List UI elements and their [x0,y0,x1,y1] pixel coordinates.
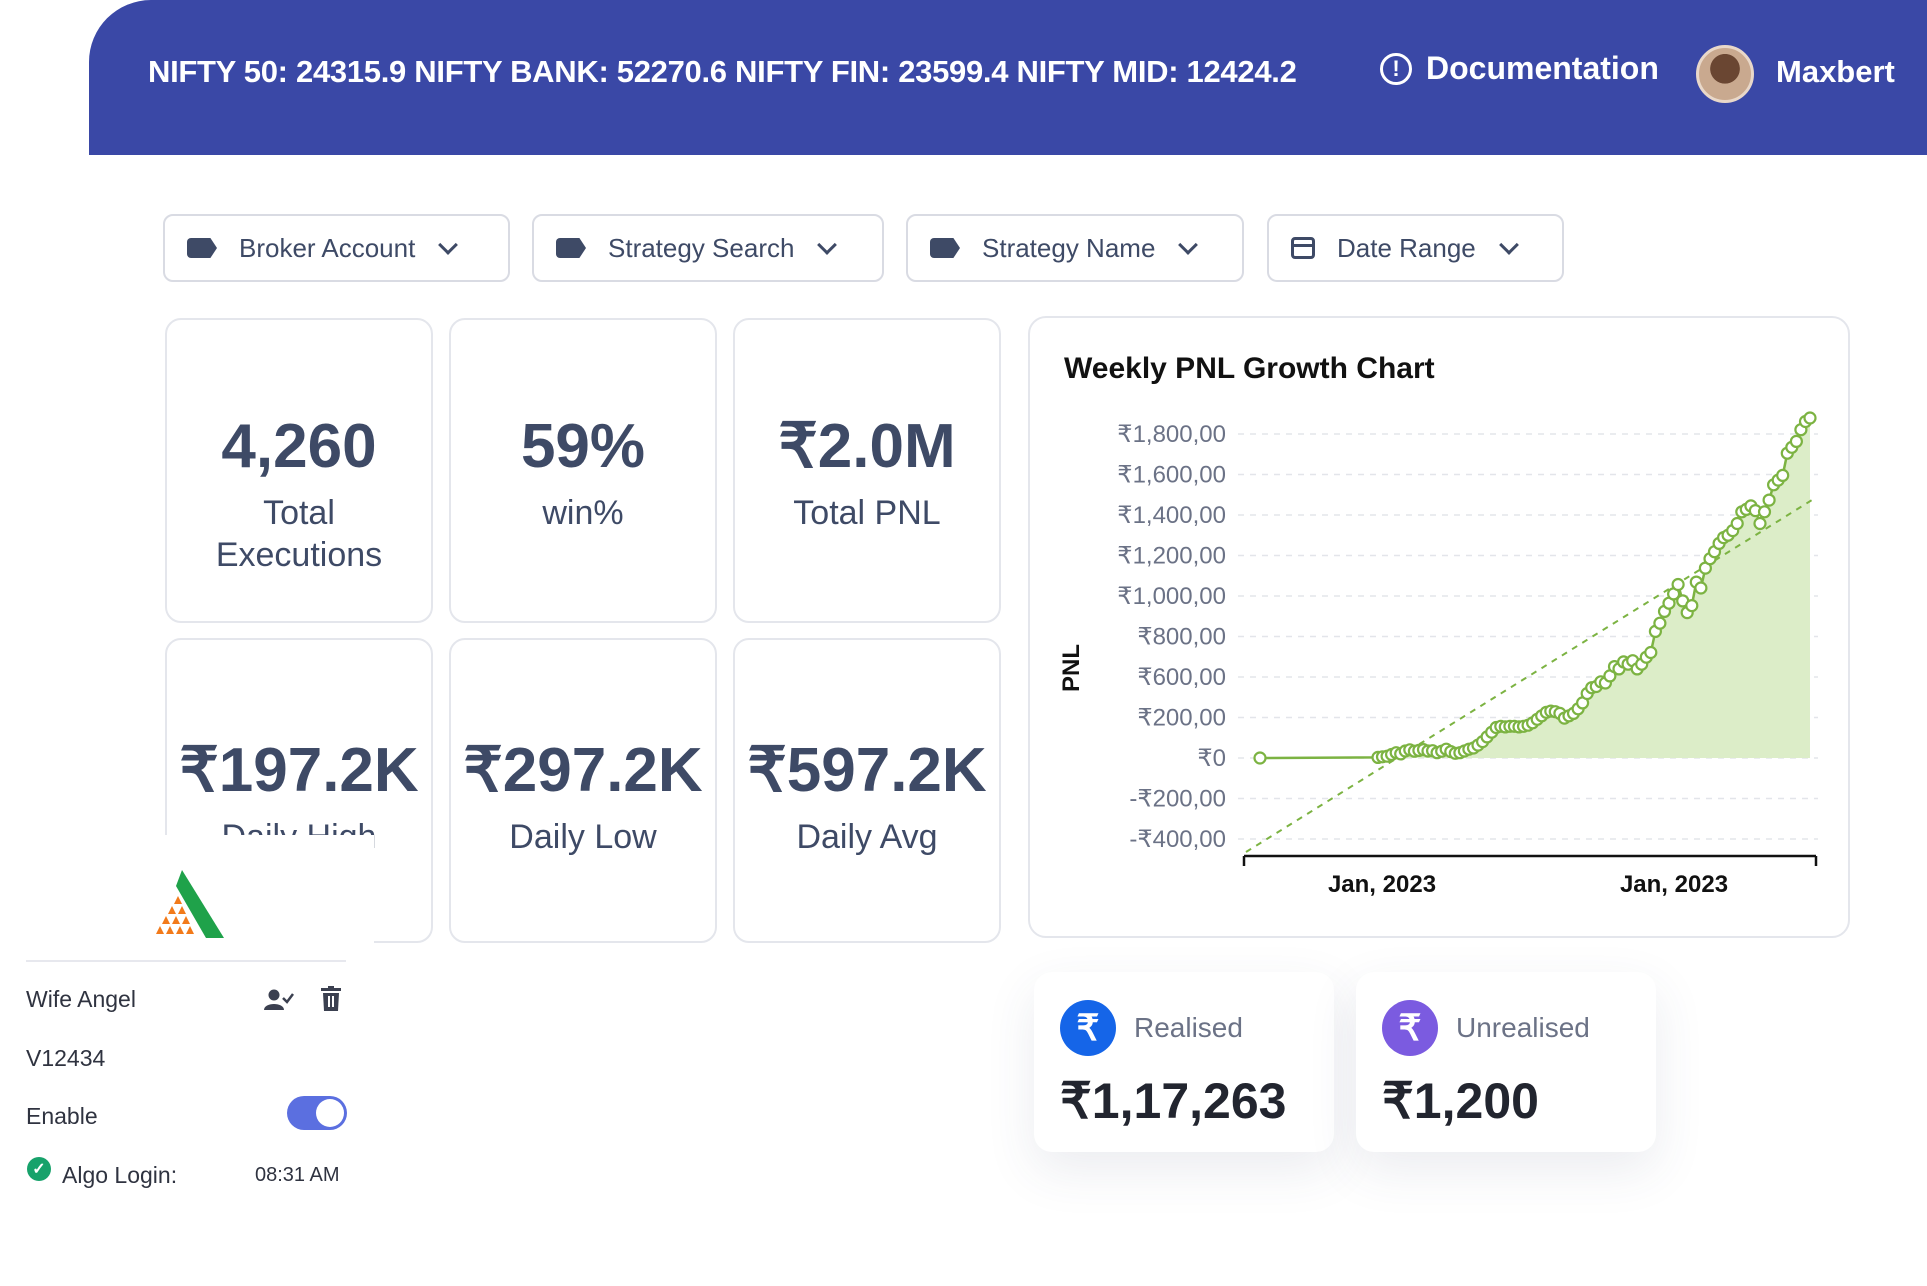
y-tick-label: ₹800,00 [1137,624,1226,651]
chevron-down-icon [1498,235,1519,255]
stat-card-daily-low: ₹297.2K Daily Low [449,638,717,943]
pnl-growth-chart: ₹1,800,00 ₹1,600,00 ₹1,400,00 ₹1,200,00 ₹1,0… [1058,411,1818,898]
stat-value: ₹2.0M [778,412,956,481]
stat-value: ₹197.2K [179,736,419,805]
data-point [1730,516,1744,531]
tag-icon [556,238,586,258]
stat-card-win-rate: 59% win% [449,318,717,623]
data-point [1644,645,1658,660]
chevron-down-icon [817,235,838,255]
toggle-knob [316,1099,344,1127]
documentation-label: Documentation [1426,50,1659,86]
filter-label: Date Range [1337,232,1476,263]
y-tick-label: -₹200,00 [1129,786,1226,813]
unrealised-label: Unrealised [1456,1012,1590,1043]
data-point [1694,581,1708,595]
chevron-down-icon [1178,235,1199,255]
y-tick-label: -₹400,00 [1129,826,1226,853]
data-point [1671,577,1685,592]
strategy-name-dropdown[interactable]: Strategy Name [906,214,1244,282]
y-tick-label: ₹200,00 [1137,705,1226,732]
data-point [1776,468,1790,482]
x-tick-label: Jan, 2023 [1620,871,1728,898]
data-point [1653,616,1667,630]
y-tick-label: ₹1,400,00 [1117,502,1226,529]
y-tick-label: ₹1,200,00 [1117,543,1226,570]
chevron-down-icon [438,235,459,255]
stat-label: Daily Avg [796,818,938,856]
x-tick-label: Jan, 2023 [1328,871,1436,898]
strategy-search-dropdown[interactable]: Strategy Search [532,214,884,282]
data-point [1803,411,1817,425]
client-id: V12434 [26,1045,106,1071]
delete-icon[interactable] [320,986,342,1012]
area-fill [1260,418,1810,758]
filter-label: Broker Account [239,232,416,263]
user-check-icon[interactable] [264,988,294,1012]
rupee-icon: ₹ [1382,1000,1438,1056]
realised-value: ₹1,17,263 [1060,1073,1287,1129]
stat-value: ₹597.2K [747,736,987,805]
stat-value: 4,260 [221,412,377,481]
filter-label: Strategy Search [608,232,795,263]
realised-pnl-card: ₹ Realised ₹1,17,263 [1034,972,1334,1152]
tag-icon [930,238,960,258]
unrealised-pnl-card: ₹ Unrealised ₹1,200 [1356,972,1656,1152]
unrealised-value: ₹1,200 [1382,1073,1539,1129]
y-tick-label: ₹0 [1197,745,1226,772]
stat-card-daily-avg: ₹597.2K Daily Avg [733,638,1001,943]
stat-label: Total PNL [793,494,941,532]
tag-icon [187,238,217,258]
check-circle-icon: ✓ [27,1157,51,1181]
stat-value: 59% [520,412,646,481]
stat-value: ₹297.2K [463,736,703,805]
enable-toggle[interactable] [287,1096,347,1130]
data-point [1789,434,1804,449]
rupee-icon: ₹ [1060,1000,1116,1056]
broker-name: Wife Angel [26,986,136,1012]
filter-label: Strategy Name [982,232,1156,263]
stat-label: win% [542,494,624,532]
stat-card-total-pnl: ₹2.0M Total PNL [733,318,1001,623]
y-axis-label: PNL [1058,644,1085,692]
broker-account-dropdown[interactable]: Broker Account [163,214,510,282]
stat-label: Daily Low [509,818,657,856]
stat-card-total-executions: 4,260 Total Executions [165,318,433,623]
y-tick-label: ₹1,000,00 [1117,583,1226,610]
y-tick-label: ₹600,00 [1137,664,1226,691]
data-point [1757,505,1772,519]
y-tick-label: ₹1,800,00 [1117,421,1226,448]
algo-login-label: Algo Login: [62,1162,178,1188]
divider [26,960,346,962]
data-point [1685,599,1699,613]
algo-login-time: 08:31 AM [255,1164,340,1186]
info-icon: ! [1380,52,1412,85]
calendar-icon [1291,237,1315,259]
user-name[interactable]: Maxbert [1776,54,1895,90]
stat-label: Total Executions [215,494,383,574]
market-ticker: NIFTY 50: 24315.9 NIFTY BANK: 52270.6 NI… [148,54,1297,89]
data-point [1253,751,1267,765]
date-range-dropdown[interactable]: Date Range [1267,214,1564,282]
y-tick-label: ₹1,600,00 [1117,462,1226,489]
enable-label: Enable [26,1103,98,1129]
data-point [1753,516,1767,531]
realised-label: Realised [1134,1012,1243,1043]
avatar[interactable] [1696,45,1754,103]
broker-logo-icon [156,870,224,938]
documentation-link[interactable]: ! Documentation [1380,50,1659,87]
data-point [1762,493,1776,507]
